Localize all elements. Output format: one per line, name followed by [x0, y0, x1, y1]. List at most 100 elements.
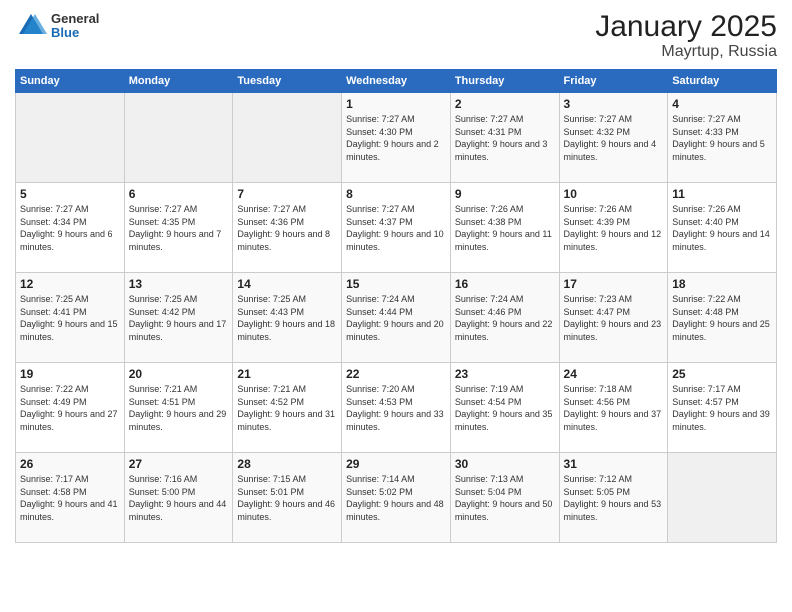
day-number: 24 — [564, 367, 664, 381]
day-number: 10 — [564, 187, 664, 201]
day-info: Sunrise: 7:25 AM Sunset: 4:41 PM Dayligh… — [20, 293, 120, 343]
day-number: 4 — [672, 97, 772, 111]
day-number: 28 — [237, 457, 337, 471]
calendar-cell: 18 Sunrise: 7:22 AM Sunset: 4:48 PM Dayli… — [668, 273, 777, 363]
day-info: Sunrise: 7:23 AM Sunset: 4:47 PM Dayligh… — [564, 293, 664, 343]
day-number: 25 — [672, 367, 772, 381]
title-block: January 2025 Mayrtup, Russia — [595, 10, 777, 61]
day-info: Sunrise: 7:25 AM Sunset: 4:42 PM Dayligh… — [129, 293, 229, 343]
day-info: Sunrise: 7:16 AM Sunset: 5:00 PM Dayligh… — [129, 473, 229, 523]
calendar-cell — [16, 93, 125, 183]
day-info: Sunrise: 7:14 AM Sunset: 5:02 PM Dayligh… — [346, 473, 446, 523]
logo: General Blue — [15, 10, 99, 42]
day-number: 31 — [564, 457, 664, 471]
calendar-cell: 20 Sunrise: 7:21 AM Sunset: 4:51 PM Dayli… — [124, 363, 233, 453]
calendar-cell — [668, 453, 777, 543]
weekday-header: Monday — [124, 70, 233, 93]
calendar-cell: 30 Sunrise: 7:13 AM Sunset: 5:04 PM Dayli… — [450, 453, 559, 543]
day-number: 14 — [237, 277, 337, 291]
logo-blue: Blue — [51, 26, 99, 40]
day-info: Sunrise: 7:22 AM Sunset: 4:49 PM Dayligh… — [20, 383, 120, 433]
calendar-table: SundayMondayTuesdayWednesdayThursdayFrid… — [15, 69, 777, 543]
day-number: 6 — [129, 187, 229, 201]
calendar-cell: 31Sunrise: 7:12 AM Sunset: 5:05 PM Dayli… — [559, 453, 668, 543]
day-number: 29 — [346, 457, 446, 471]
day-info: Sunrise: 7:27 AM Sunset: 4:36 PM Dayligh… — [237, 203, 337, 253]
weekday-header: Thursday — [450, 70, 559, 93]
day-info: Sunrise: 7:27 AM Sunset: 4:33 PM Dayligh… — [672, 113, 772, 163]
day-info: Sunrise: 7:22 AM Sunset: 4:48 PM Dayligh… — [672, 293, 772, 343]
calendar-cell — [233, 93, 342, 183]
day-number: 22 — [346, 367, 446, 381]
day-number: 23 — [455, 367, 555, 381]
day-info: Sunrise: 7:26 AM Sunset: 4:40 PM Dayligh… — [672, 203, 772, 253]
day-info: Sunrise: 7:13 AM Sunset: 5:04 PM Dayligh… — [455, 473, 555, 523]
logo-icon — [15, 10, 47, 42]
day-info: Sunrise: 7:27 AM Sunset: 4:35 PM Dayligh… — [129, 203, 229, 253]
day-number: 21 — [237, 367, 337, 381]
day-number: 7 — [237, 187, 337, 201]
day-info: Sunrise: 7:19 AM Sunset: 4:54 PM Dayligh… — [455, 383, 555, 433]
calendar-cell: 12 Sunrise: 7:25 AM Sunset: 4:41 PM Dayli… — [16, 273, 125, 363]
day-number: 12 — [20, 277, 120, 291]
day-info: Sunrise: 7:17 AM Sunset: 4:57 PM Dayligh… — [672, 383, 772, 433]
calendar-cell: 10Sunrise: 7:26 AM Sunset: 4:39 PM Dayli… — [559, 183, 668, 273]
logo-general: General — [51, 12, 99, 26]
day-number: 3 — [564, 97, 664, 111]
logo-text: General Blue — [51, 12, 99, 41]
calendar-cell: 14Sunrise: 7:25 AM Sunset: 4:43 PM Dayli… — [233, 273, 342, 363]
weekday-header: Saturday — [668, 70, 777, 93]
day-info: Sunrise: 7:24 AM Sunset: 4:44 PM Dayligh… — [346, 293, 446, 343]
calendar-cell: 17 Sunrise: 7:23 AM Sunset: 4:47 PM Dayli… — [559, 273, 668, 363]
day-info: Sunrise: 7:27 AM Sunset: 4:30 PM Dayligh… — [346, 113, 446, 163]
calendar-cell — [124, 93, 233, 183]
day-number: 26 — [20, 457, 120, 471]
calendar-cell: 25 Sunrise: 7:17 AM Sunset: 4:57 PM Dayli… — [668, 363, 777, 453]
calendar-week-row: 26 Sunrise: 7:17 AM Sunset: 4:58 PM Dayli… — [16, 453, 777, 543]
calendar-cell: 9Sunrise: 7:26 AM Sunset: 4:38 PM Daylig… — [450, 183, 559, 273]
day-number: 30 — [455, 457, 555, 471]
calendar-week-row: 19 Sunrise: 7:22 AM Sunset: 4:49 PM Dayli… — [16, 363, 777, 453]
main-container: General Blue January 2025 Mayrtup, Russi… — [0, 0, 792, 548]
weekday-header: Sunday — [16, 70, 125, 93]
page-subtitle: Mayrtup, Russia — [595, 43, 777, 61]
day-number: 16 — [455, 277, 555, 291]
day-info: Sunrise: 7:27 AM Sunset: 4:34 PM Dayligh… — [20, 203, 120, 253]
page-title: January 2025 — [595, 10, 777, 43]
day-number: 17 — [564, 277, 664, 291]
day-info: Sunrise: 7:21 AM Sunset: 4:51 PM Dayligh… — [129, 383, 229, 433]
calendar-cell: 21Sunrise: 7:21 AM Sunset: 4:52 PM Dayli… — [233, 363, 342, 453]
day-info: Sunrise: 7:15 AM Sunset: 5:01 PM Dayligh… — [237, 473, 337, 523]
calendar-cell: 1Sunrise: 7:27 AM Sunset: 4:30 PM Daylig… — [342, 93, 451, 183]
calendar-cell: 7 Sunrise: 7:27 AM Sunset: 4:36 PM Daylig… — [233, 183, 342, 273]
day-info: Sunrise: 7:20 AM Sunset: 4:53 PM Dayligh… — [346, 383, 446, 433]
calendar-body: 1Sunrise: 7:27 AM Sunset: 4:30 PM Daylig… — [16, 93, 777, 543]
day-number: 11 — [672, 187, 772, 201]
day-number: 19 — [20, 367, 120, 381]
day-number: 13 — [129, 277, 229, 291]
calendar-cell: 23 Sunrise: 7:19 AM Sunset: 4:54 PM Dayli… — [450, 363, 559, 453]
day-info: Sunrise: 7:24 AM Sunset: 4:46 PM Dayligh… — [455, 293, 555, 343]
day-number: 5 — [20, 187, 120, 201]
calendar-cell: 5 Sunrise: 7:27 AM Sunset: 4:34 PM Daylig… — [16, 183, 125, 273]
calendar-cell: 11 Sunrise: 7:26 AM Sunset: 4:40 PM Dayli… — [668, 183, 777, 273]
weekday-header: Tuesday — [233, 70, 342, 93]
day-number: 8 — [346, 187, 446, 201]
calendar-week-row: 5 Sunrise: 7:27 AM Sunset: 4:34 PM Daylig… — [16, 183, 777, 273]
calendar-cell: 27Sunrise: 7:16 AM Sunset: 5:00 PM Dayli… — [124, 453, 233, 543]
day-info: Sunrise: 7:27 AM Sunset: 4:37 PM Dayligh… — [346, 203, 446, 253]
weekday-header: Wednesday — [342, 70, 451, 93]
calendar-cell: 28 Sunrise: 7:15 AM Sunset: 5:01 PM Dayli… — [233, 453, 342, 543]
day-info: Sunrise: 7:26 AM Sunset: 4:38 PM Dayligh… — [455, 203, 555, 253]
header: General Blue January 2025 Mayrtup, Russi… — [15, 10, 777, 61]
calendar-cell: 6 Sunrise: 7:27 AM Sunset: 4:35 PM Daylig… — [124, 183, 233, 273]
day-number: 20 — [129, 367, 229, 381]
day-info: Sunrise: 7:27 AM Sunset: 4:32 PM Dayligh… — [564, 113, 664, 163]
day-info: Sunrise: 7:17 AM Sunset: 4:58 PM Dayligh… — [20, 473, 120, 523]
day-number: 18 — [672, 277, 772, 291]
calendar-week-row: 1Sunrise: 7:27 AM Sunset: 4:30 PM Daylig… — [16, 93, 777, 183]
calendar-cell: 26 Sunrise: 7:17 AM Sunset: 4:58 PM Dayli… — [16, 453, 125, 543]
day-info: Sunrise: 7:27 AM Sunset: 4:31 PM Dayligh… — [455, 113, 555, 163]
calendar-cell: 2Sunrise: 7:27 AM Sunset: 4:31 PM Daylig… — [450, 93, 559, 183]
calendar-header-row: SundayMondayTuesdayWednesdayThursdayFrid… — [16, 70, 777, 93]
